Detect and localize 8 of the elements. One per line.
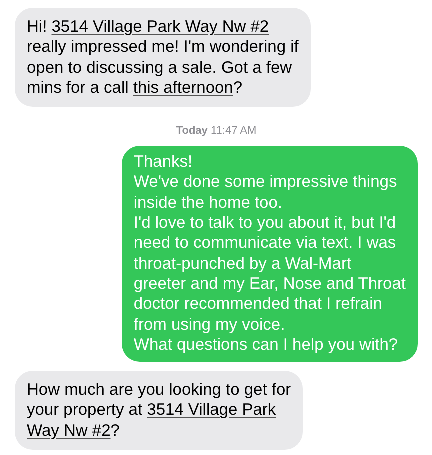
message-link[interactable]: 3514 Village Park Way Nw #2 [52,18,270,36]
message-link[interactable]: this afternoon [133,78,234,97]
message-text: Thanks! We've done some impressive things inside the home too. I'd love to talk to you about it, but I'd need to communicate via text. I was throat-punched by a Wal-Mart greeter and my Ear, Nose and Throat doctor recommended that I refrain from using my voice. What questions can I help you with? [134,152,406,356]
message-link[interactable]: 3514 Village Park [147,401,276,420]
message-text: Hi! 3514 Village Park Way Nw #2 really impressed me! I'm wondering if open to discussing a sale. Got a few mins for a call this afternoon? [27,17,299,98]
message-text: How much are you looking to get for your property at 3514 Village Park Way Nw #2? [27,380,292,442]
message-link[interactable]: Way Nw #2 [27,422,111,440]
timestamp: Today 11:47 AM [176,125,257,138]
